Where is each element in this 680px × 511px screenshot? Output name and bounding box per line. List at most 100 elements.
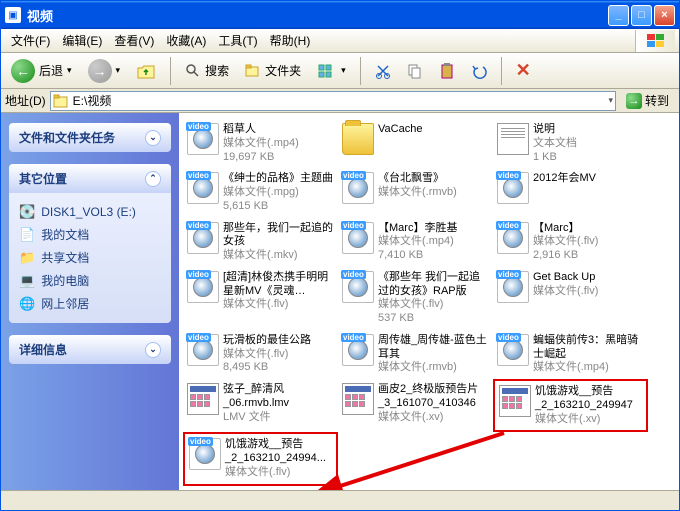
panel-places-header[interactable]: 其它位置 ⌃ — [9, 164, 171, 193]
sidebar-place-link[interactable]: 🌐网上邻居 — [19, 292, 161, 315]
file-name: Get Back Up — [533, 271, 598, 285]
file-item[interactable]: video《那些年 我们一起追过的女孩》RAP版媒体文件(.flv)537 KB — [338, 267, 493, 330]
windows-flag-icon — [635, 30, 675, 52]
file-size: 7,410 KB — [378, 249, 457, 263]
maximize-button[interactable]: □ — [631, 5, 652, 26]
separator — [501, 57, 502, 85]
file-type: 媒体文件(.rmvb) — [378, 186, 457, 200]
place-label: 我的文档 — [41, 226, 89, 243]
video-thumb-icon: video — [187, 123, 219, 155]
file-item[interactable]: video玩滑板的最佳公路媒体文件(.flv)8,495 KB — [183, 330, 338, 379]
file-name: 周传雄_周传雄-蓝色土耳其 — [378, 334, 489, 362]
paste-button[interactable] — [433, 60, 461, 82]
video-thumb-icon: video — [497, 334, 529, 366]
folders-icon — [245, 63, 261, 79]
file-type: 媒体文件(.flv) — [533, 285, 598, 299]
back-button[interactable]: ← 后退 ▾ — [5, 56, 78, 86]
file-name: [超清]林俊杰携手明明星新MV《灵魂… — [223, 271, 334, 299]
folder-icon — [53, 94, 69, 108]
file-item[interactable]: videoGet Back Up媒体文件(.flv) — [493, 267, 648, 330]
video-thumb-icon: video — [187, 271, 219, 303]
panel-details-header[interactable]: 详细信息 ⌄ — [9, 335, 171, 364]
file-item[interactable]: 画皮2_终极版预告片_3_161070_410346媒体文件(.xv) — [338, 379, 493, 432]
menu-tools[interactable]: 工具(T) — [212, 30, 263, 51]
menu-help[interactable]: 帮助(H) — [264, 30, 317, 51]
file-item[interactable]: video《台北飘雪》媒体文件(.rmvb) — [338, 168, 493, 217]
file-item[interactable]: 饥饿游戏__预告_2_163210_249947媒体文件(.xv) — [493, 379, 648, 432]
delete-button[interactable]: ✕ — [510, 57, 537, 84]
address-bar: 地址(D) E:\视频 ▾ → 转到 — [1, 89, 679, 113]
file-type: 文本文档 — [533, 137, 577, 151]
video-thumb-icon: video — [497, 172, 529, 204]
place-icon: 📄 — [19, 227, 35, 243]
file-name: 那些年，我们一起追的女孩 — [223, 222, 334, 250]
copy-button[interactable] — [401, 60, 429, 82]
file-item[interactable]: video[超清]林俊杰携手明明星新MV《灵魂…媒体文件(.flv) — [183, 267, 338, 330]
address-input[interactable]: E:\视频 ▾ — [50, 91, 616, 111]
scissors-icon — [375, 63, 391, 79]
folders-button[interactable]: 文件夹 — [239, 59, 307, 82]
file-name: 【Marc】 — [533, 222, 598, 236]
clipboard-icon — [439, 63, 455, 79]
folder-icon — [342, 123, 374, 155]
panel-details-title: 详细信息 — [19, 341, 67, 358]
place-icon: 🌐 — [19, 296, 35, 312]
close-button[interactable]: × — [654, 5, 675, 26]
go-button[interactable]: → 转到 — [620, 92, 675, 109]
panel-places-title: 其它位置 — [19, 170, 67, 187]
file-item[interactable]: video周传雄_周传雄-蓝色土耳其媒体文件(.rmvb) — [338, 330, 493, 379]
undo-icon — [471, 63, 487, 79]
file-name: 饥饿游戏__预告_2_163210_249947 — [535, 385, 642, 413]
file-item[interactable]: video【Marc】媒体文件(.flv)2,916 KB — [493, 218, 648, 267]
place-icon: 📁 — [19, 250, 35, 266]
text-file-icon — [497, 123, 529, 155]
forward-button[interactable]: → ▾ — [82, 56, 127, 86]
panel-tasks-header[interactable]: 文件和文件夹任务 ⌄ — [9, 123, 171, 152]
video-thumb-icon: video — [189, 438, 221, 470]
file-type: 媒体文件(.flv) — [223, 348, 311, 362]
copy-icon — [407, 63, 423, 79]
file-item[interactable]: video《绅士的品格》主题曲媒体文件(.mpg)5,615 KB — [183, 168, 338, 217]
file-size: 5,615 KB — [223, 200, 333, 214]
search-button[interactable]: 搜索 — [179, 59, 235, 82]
file-name: 《绅士的品格》主题曲 — [223, 172, 333, 186]
file-name: VaCache — [378, 123, 422, 137]
file-item[interactable]: video那些年，我们一起追的女孩媒体文件(.mkv) — [183, 218, 338, 267]
address-path: E:\视频 — [73, 92, 112, 109]
file-item[interactable]: video【Marc】李胜基媒体文件(.mp4)7,410 KB — [338, 218, 493, 267]
sidebar-place-link[interactable]: 💽DISK1_VOL3 (E:) — [19, 201, 161, 223]
video-thumb-icon: video — [342, 172, 374, 204]
menu-fav[interactable]: 收藏(A) — [160, 30, 212, 51]
file-name: 玩滑板的最佳公路 — [223, 334, 311, 348]
folder-up-icon — [136, 61, 156, 81]
chevron-down-icon[interactable]: ▾ — [608, 95, 613, 106]
up-button[interactable] — [130, 58, 162, 84]
file-item[interactable]: 弦子_醉清风_06.rmvb.lmvLMV 文件 — [183, 379, 338, 432]
sidebar-place-link[interactable]: 📁共享文档 — [19, 246, 161, 269]
chevron-down-icon: ▾ — [341, 65, 346, 76]
menu-edit[interactable]: 编辑(E) — [56, 30, 108, 51]
sidebar-place-link[interactable]: 📄 我的文档 — [19, 223, 161, 246]
minimize-button[interactable]: _ — [608, 5, 629, 26]
place-label: DISK1_VOL3 (E:) — [41, 205, 136, 219]
chevron-down-icon: ▾ — [67, 65, 72, 76]
file-item[interactable]: 说明文本文档1 KB — [493, 119, 648, 168]
file-item[interactable]: video饥饿游戏__预告_2_163210_24994...媒体文件(.flv… — [183, 432, 338, 485]
file-item[interactable]: video2012年会MV — [493, 168, 648, 217]
video-thumb-icon: video — [497, 222, 529, 254]
file-name: 稻草人 — [223, 123, 299, 137]
video-thumb-icon: video — [342, 222, 374, 254]
file-item[interactable]: video稻草人媒体文件(.mp4)19,697 KB — [183, 119, 338, 168]
toolbar: ← 后退 ▾ → ▾ 搜索 文件夹 ▾ ✕ — [1, 53, 679, 89]
sidebar-place-link[interactable]: 💻我的电脑 — [19, 269, 161, 292]
menu-file[interactable]: 文件(F) — [5, 30, 56, 51]
file-view[interactable]: video稻草人媒体文件(.mp4)19,697 KBVaCache说明文本文档… — [179, 113, 679, 490]
file-size: 537 KB — [378, 312, 489, 326]
file-item[interactable]: VaCache — [338, 119, 493, 168]
views-button[interactable]: ▾ — [311, 60, 352, 82]
cut-button[interactable] — [369, 60, 397, 82]
file-item[interactable]: video蝙蝠侠前传3：黑暗骑士崛起媒体文件(.mp4) — [493, 330, 648, 379]
undo-button[interactable] — [465, 60, 493, 82]
forward-arrow-icon: → — [88, 59, 112, 83]
menu-view[interactable]: 查看(V) — [108, 30, 160, 51]
